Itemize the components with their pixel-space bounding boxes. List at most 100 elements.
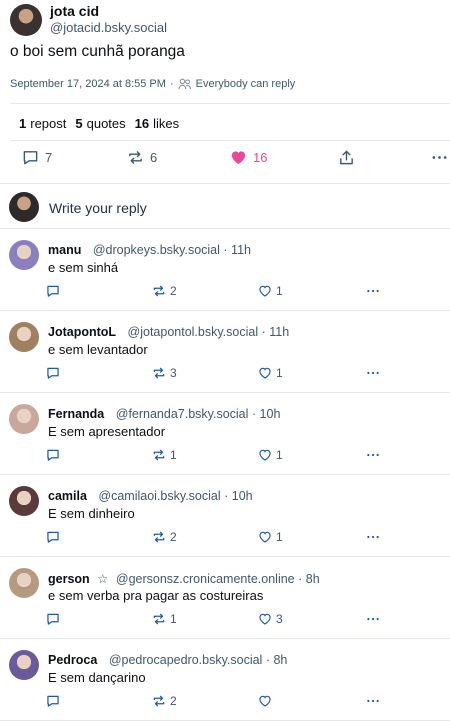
heart-icon bbox=[259, 613, 271, 625]
repost-icon bbox=[153, 285, 165, 297]
more-button[interactable] bbox=[366, 530, 380, 544]
reply-avatar[interactable] bbox=[9, 650, 39, 680]
quotes-stat[interactable]: 5 quotes bbox=[75, 116, 125, 131]
repost-icon bbox=[153, 367, 165, 379]
like-button[interactable]: 1 bbox=[258, 448, 283, 462]
more-button[interactable] bbox=[366, 612, 380, 626]
repost-button[interactable]: 1 bbox=[152, 612, 177, 626]
reply-author-name[interactable]: gerson bbox=[48, 572, 90, 586]
reply-actions: 3 1 bbox=[0, 366, 450, 382]
reposts-stat[interactable]: 1 repost bbox=[19, 116, 66, 131]
author-name[interactable]: jota cid bbox=[50, 3, 99, 19]
reply-icon bbox=[47, 367, 59, 379]
repost-button[interactable]: 2 bbox=[152, 530, 177, 544]
like-button[interactable]: 1 bbox=[258, 284, 283, 298]
more-button[interactable] bbox=[366, 448, 380, 462]
reply-author-name[interactable]: JotapontoL bbox=[48, 325, 116, 339]
reply-avatar[interactable] bbox=[9, 486, 39, 516]
reply-item[interactable]: JotapontoL @jotapontol.bsky.social · 11h… bbox=[0, 311, 450, 393]
repost-icon bbox=[153, 695, 165, 707]
reply-time[interactable]: · 10h bbox=[224, 489, 253, 503]
reply-text: E sem dançarino bbox=[48, 670, 146, 685]
heart-icon bbox=[259, 367, 271, 379]
reply-item[interactable]: manu @dropkeys.bsky.social · 11h e sem s… bbox=[0, 229, 450, 311]
repost-button[interactable]: 1 bbox=[152, 448, 177, 462]
ellipsis-icon bbox=[367, 617, 379, 621]
reply-avatar[interactable] bbox=[9, 568, 39, 598]
heart-icon bbox=[259, 695, 271, 707]
author-avatar[interactable] bbox=[10, 4, 42, 36]
reply-item[interactable]: camila @camilaoi.bsky.social · 10h E sem… bbox=[0, 475, 450, 557]
reply-button[interactable] bbox=[46, 448, 64, 462]
reply-author-name[interactable]: Fernanda bbox=[48, 407, 104, 421]
reply-actions: 1 1 bbox=[0, 448, 450, 464]
like-button[interactable]: 1 bbox=[258, 530, 283, 544]
reply-composer[interactable]: Write your reply bbox=[0, 183, 450, 229]
reply-author-handle[interactable]: @pedrocapedro.bsky.social bbox=[109, 653, 263, 667]
reply-item[interactable]: Fernanda @fernanda7.bsky.social · 10h E … bbox=[0, 393, 450, 475]
reply-text: e sem sinhá bbox=[48, 260, 119, 275]
reply-avatar[interactable] bbox=[9, 240, 39, 270]
post-timestamp[interactable]: September 17, 2024 at 8:55 PM bbox=[10, 78, 166, 90]
like-button[interactable]: 3 bbox=[258, 612, 283, 626]
reply-placeholder[interactable]: Write your reply bbox=[49, 200, 147, 216]
ellipsis-icon bbox=[432, 156, 447, 159]
like-button[interactable] bbox=[258, 694, 276, 708]
repost-icon bbox=[153, 613, 165, 625]
reply-author-handle[interactable]: @jotapontol.bsky.social bbox=[128, 325, 259, 339]
reply-action-button[interactable]: 7 bbox=[22, 149, 52, 166]
reply-avatar[interactable] bbox=[9, 322, 39, 352]
more-button[interactable] bbox=[366, 694, 380, 708]
more-button[interactable] bbox=[366, 284, 380, 298]
reply-icon bbox=[23, 151, 38, 165]
reply-icon bbox=[47, 449, 59, 461]
like-button[interactable]: 1 bbox=[258, 366, 283, 380]
reply-author-glyph: ☆ bbox=[97, 572, 109, 586]
reply-button[interactable] bbox=[46, 284, 64, 298]
reply-header: camila @camilaoi.bsky.social · 10h bbox=[48, 489, 253, 503]
heart-icon bbox=[259, 285, 271, 297]
divider bbox=[10, 103, 450, 104]
like-action-button[interactable]: 16 bbox=[230, 149, 267, 166]
reply-time[interactable]: · 8h bbox=[266, 653, 288, 667]
separator: · bbox=[169, 78, 174, 90]
reply-author-handle[interactable]: @gersonsz.cronicamente.online bbox=[116, 572, 295, 586]
reply-text: E sem dinheiro bbox=[48, 506, 135, 521]
reply-time[interactable]: · 11h bbox=[262, 325, 290, 339]
reply-author-name[interactable]: Pedroca bbox=[48, 653, 97, 667]
repost-button[interactable]: 2 bbox=[152, 694, 177, 708]
reply-header: Pedroca @pedrocapedro.bsky.social · 8h bbox=[48, 653, 287, 667]
reply-author-name[interactable]: manu bbox=[48, 243, 81, 257]
likes-stat[interactable]: 16 likes bbox=[135, 116, 179, 131]
reply-actions: 2 bbox=[0, 694, 450, 710]
reply-time[interactable]: · 10h bbox=[252, 407, 281, 421]
reply-text: E sem apresentador bbox=[48, 424, 166, 439]
reply-item[interactable]: Pedroca @pedrocapedro.bsky.social · 8h E… bbox=[0, 639, 450, 721]
more-button[interactable] bbox=[366, 366, 380, 380]
reply-author-handle[interactable]: @fernanda7.bsky.social bbox=[116, 407, 249, 421]
reply-button[interactable] bbox=[46, 694, 64, 708]
reply-avatar[interactable] bbox=[9, 404, 39, 434]
repost-button[interactable]: 3 bbox=[152, 366, 177, 380]
share-button[interactable] bbox=[338, 149, 355, 166]
repost-action-button[interactable]: 6 bbox=[127, 149, 157, 166]
more-options-button[interactable] bbox=[431, 149, 448, 166]
reply-text: e sem verba pra pagar as costureiras bbox=[48, 588, 264, 603]
reply-item[interactable]: gerson ☆ @gersonsz.cronicamente.online ·… bbox=[0, 557, 450, 639]
reply-author-name[interactable]: camila bbox=[48, 489, 87, 503]
reply-author-handle[interactable]: @dropkeys.bsky.social bbox=[93, 243, 220, 257]
reply-button[interactable] bbox=[46, 530, 64, 544]
reply-author-handle[interactable]: @camilaoi.bsky.social bbox=[98, 489, 220, 503]
post-actions: 7 6 16 bbox=[0, 149, 450, 171]
reply-time[interactable]: · 8h bbox=[298, 572, 320, 586]
reply-button[interactable] bbox=[46, 366, 64, 380]
ellipsis-icon bbox=[367, 289, 379, 293]
reply-header: manu @dropkeys.bsky.social · 11h bbox=[48, 243, 251, 257]
reply-time[interactable]: · 11h bbox=[223, 243, 251, 257]
repost-button[interactable]: 2 bbox=[152, 284, 177, 298]
reply-icon bbox=[47, 285, 59, 297]
reply-button[interactable] bbox=[46, 612, 64, 626]
current-user-avatar bbox=[9, 192, 39, 222]
reply-actions: 1 3 bbox=[0, 612, 450, 628]
author-handle[interactable]: @jotacid.bsky.social bbox=[50, 20, 167, 35]
